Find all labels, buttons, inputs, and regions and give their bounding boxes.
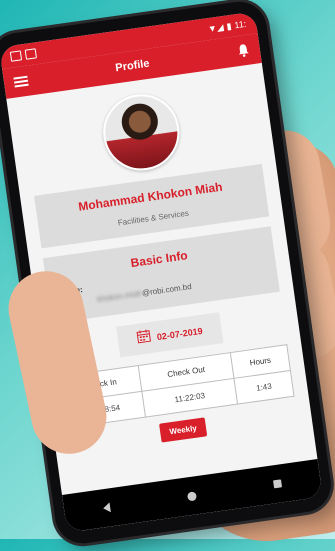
menu-icon[interactable] xyxy=(13,76,28,88)
avatar xyxy=(98,89,184,175)
weekly-button[interactable]: Weekly xyxy=(159,417,207,442)
battery-icon: ▮ xyxy=(226,20,232,32)
status-icons-left xyxy=(10,48,37,62)
back-icon[interactable] xyxy=(103,502,111,513)
calendar-icon xyxy=(136,328,153,349)
selected-date: 02-07-2019 xyxy=(156,325,203,341)
bell-icon[interactable] xyxy=(236,43,251,59)
status-icons-right: ▼◢ ▮ 11: xyxy=(207,18,247,34)
page-title: Profile xyxy=(115,58,151,75)
signal-icon: ▼◢ xyxy=(207,21,224,34)
gallery-icon xyxy=(10,50,22,61)
home-icon[interactable] xyxy=(187,491,197,501)
recent-apps-icon[interactable] xyxy=(273,479,282,488)
status-time: 11: xyxy=(234,19,247,31)
sim-icon xyxy=(25,48,37,59)
date-picker[interactable]: 02-07-2019 xyxy=(116,312,223,357)
